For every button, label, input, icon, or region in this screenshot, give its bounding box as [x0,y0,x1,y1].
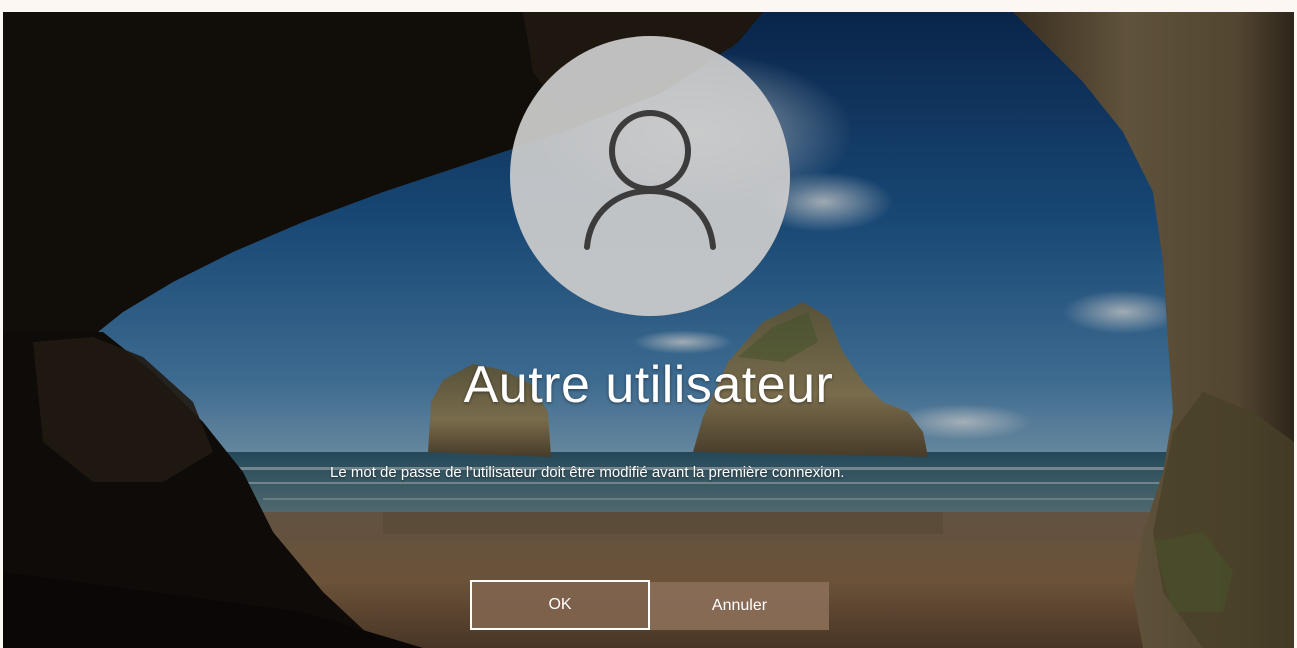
ok-button[interactable]: OK [470,580,650,630]
lock-screen: Autre utilisateur Le mot de passe de l’u… [3,12,1294,648]
password-change-message: Le mot de passe de l’utilisateur doit êt… [330,464,845,481]
user-silhouette-icon [584,110,716,250]
user-name-heading: Autre utilisateur [463,356,834,414]
cancel-button[interactable]: Annuler [650,582,829,630]
user-avatar [510,36,790,316]
